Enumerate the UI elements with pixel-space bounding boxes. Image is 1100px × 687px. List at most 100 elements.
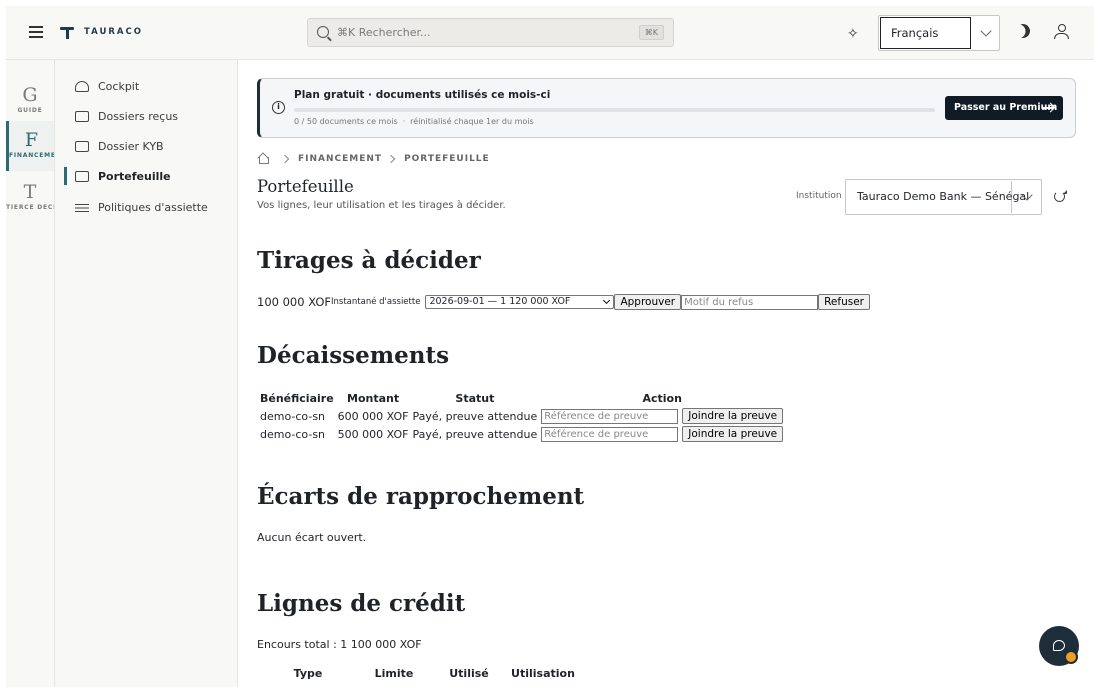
rail-label: FINANCEMENT xyxy=(9,152,54,159)
table-header-row: Bénéficiaire Montant Statut Action xyxy=(259,391,784,406)
status-cell: Payé, preuve attendue xyxy=(412,427,538,441)
approve-button[interactable]: Approuver xyxy=(614,294,682,310)
usage-progress-bar xyxy=(294,108,935,112)
rail-item-financement[interactable]: F FINANCEMENT xyxy=(6,121,54,171)
sparkle-icon[interactable]: ✧ xyxy=(847,26,859,42)
ecarts-empty-message: Aucun écart ouvert. xyxy=(257,531,367,544)
institution-select[interactable]: Tauraco Demo Bank — Sénégal xyxy=(845,179,1042,215)
refusal-reason-input[interactable]: Motif du refus xyxy=(681,294,819,310)
menu-icon[interactable] xyxy=(29,26,43,38)
proof-reference-input[interactable]: Référence de preuve xyxy=(541,408,679,424)
breadcrumb-page: PORTEFEUILLE xyxy=(404,153,490,164)
column-header: Type xyxy=(293,667,323,680)
snapshot-value: 2026-09-01 — 1 120 000 XOF xyxy=(429,296,571,307)
beneficiary-cell: demo-co-sn xyxy=(260,427,326,441)
rail-label: TIERCE DÉCISION xyxy=(6,204,54,211)
reset-text: réinitialisé chaque 1er du mois xyxy=(410,117,534,126)
sidebar: Cockpit Dossiers reçus Dossier KYB Porte… xyxy=(55,60,238,687)
plan-meta: 0 / 50 documents ce mois · réinitialisé ch… xyxy=(294,117,534,126)
brand-name: TAURACO xyxy=(84,27,143,37)
column-header: Statut xyxy=(455,392,495,405)
dark-mode-icon[interactable] xyxy=(1013,21,1032,40)
search-input[interactable]: ⌘K Rechercher... ⌘K xyxy=(307,18,674,47)
sidebar-item-label: Dossiers reçus xyxy=(98,109,179,123)
tirages-heading: Tirages à décider xyxy=(257,247,481,274)
amount-cell: 500 000 XOF xyxy=(337,427,409,441)
info-icon: i xyxy=(272,101,285,114)
institution-value: Tauraco Demo Bank — Sénégal xyxy=(847,181,1029,213)
lignes-table: Type Limite Utilisé Utilisation xyxy=(272,666,592,681)
brand-logo[interactable]: TAURACO xyxy=(60,25,143,39)
attach-proof-button[interactable]: Joindre la preuve xyxy=(682,426,784,442)
snapshot-label: Instantané d'assiette xyxy=(331,297,421,307)
sidebar-item-cockpit[interactable]: Cockpit xyxy=(65,75,229,97)
tirage-amount: 100 000 XOF xyxy=(257,295,332,309)
rail-label: GUIDE xyxy=(17,107,43,114)
ecarts-heading: Écarts de rapprochement xyxy=(257,483,585,510)
usage-text: 0 / 50 documents ce mois xyxy=(294,117,398,126)
refuse-button[interactable]: Refuser xyxy=(818,294,870,310)
amount-cell: 600 000 XOF xyxy=(337,409,409,423)
tauraco-logo-icon xyxy=(60,25,74,39)
chat-bubble-icon xyxy=(1053,640,1065,651)
sidebar-item-politiques[interactable]: Politiques d'assiette xyxy=(65,196,229,218)
breadcrumb: FINANCEMENT PORTEFEUILLE xyxy=(257,153,490,164)
page-title: Portefeuille xyxy=(257,177,354,196)
upgrade-label: Passer au Premium xyxy=(954,102,1058,113)
table-header-row: Type Limite Utilisé Utilisation xyxy=(272,666,592,681)
language-select[interactable]: Français xyxy=(878,15,1000,51)
user-icon[interactable] xyxy=(1054,24,1069,39)
briefcase-icon xyxy=(75,170,89,182)
decaissements-heading: Décaissements xyxy=(257,342,450,369)
column-header: Bénéficiaire xyxy=(260,392,334,405)
tirage-row: 100 000 XOF Instantané d'assiette 2026-0… xyxy=(257,294,870,310)
beneficiary-cell: demo-co-sn xyxy=(260,409,326,423)
column-header: Limite xyxy=(374,667,414,680)
inbox-icon xyxy=(75,110,89,122)
lignes-heading: Lignes de crédit xyxy=(257,590,466,617)
chevron-right-icon xyxy=(386,154,396,163)
search-shortcut: ⌘K xyxy=(638,25,664,40)
sidebar-item-dossier-kyb[interactable]: Dossier KYB xyxy=(65,135,229,157)
meta-separator: · xyxy=(402,117,406,126)
upgrade-premium-button[interactable]: Passer au Premium xyxy=(945,96,1063,120)
rail-letter: T xyxy=(23,181,37,203)
column-header: Utilisé xyxy=(449,667,489,680)
rail-item-tierce-decision[interactable]: T TIERCE DÉCISION xyxy=(6,173,54,221)
sidebar-item-label: Dossier KYB xyxy=(98,139,164,153)
top-header: TAURACO ⌘K Rechercher... ⌘K ✧ Français xyxy=(6,6,1094,60)
column-header: Montant xyxy=(347,392,400,405)
status-cell: Payé, preuve attendue xyxy=(412,409,538,423)
arrow-right-icon xyxy=(1043,107,1054,109)
table-row: demo-co-sn 500 000 XOF Payé, preuve atte… xyxy=(259,426,784,442)
chevron-right-icon xyxy=(280,154,290,163)
refresh-icon[interactable] xyxy=(1054,190,1067,202)
column-header: Action xyxy=(642,392,682,405)
rail-item-guide[interactable]: G GUIDE xyxy=(6,76,54,124)
encours-total: Encours total : 1 100 000 XOF xyxy=(257,638,422,651)
sidebar-item-label: Politiques d'assiette xyxy=(98,200,208,214)
column-header: Utilisation xyxy=(511,667,575,680)
proof-reference-input[interactable]: Référence de preuve xyxy=(541,426,679,442)
attach-proof-button[interactable]: Joindre la preuve xyxy=(682,408,784,424)
plan-title: Plan gratuit · documents utilisés ce moi… xyxy=(294,89,551,101)
section-rail: G GUIDE F FINANCEMENT T TIERCE DÉCISION xyxy=(6,60,55,687)
plan-banner: i Plan gratuit · documents utilisés ce m… xyxy=(257,78,1076,138)
institution-label: Institution xyxy=(796,191,842,201)
id-card-icon xyxy=(75,140,89,152)
rail-letter: F xyxy=(24,129,39,151)
snapshot-select[interactable]: 2026-09-01 — 1 120 000 XOF xyxy=(425,295,615,309)
language-value: Français xyxy=(880,17,971,49)
decaissements-table: Bénéficiaire Montant Statut Action demo-… xyxy=(257,389,786,444)
search-icon xyxy=(317,26,329,38)
breadcrumb-section[interactable]: FINANCEMENT xyxy=(298,154,382,164)
notification-badge xyxy=(1064,650,1078,664)
page-subtitle: Vos lignes, leur utilisation et les tira… xyxy=(257,200,506,211)
sidebar-item-dossiers-recus[interactable]: Dossiers reçus xyxy=(65,105,229,127)
home-icon[interactable] xyxy=(257,153,269,164)
chat-support-button[interactable] xyxy=(1039,626,1079,666)
main-content: i Plan gratuit · documents utilisés ce m… xyxy=(238,60,1094,687)
gauge-icon xyxy=(75,80,89,92)
table-row: demo-co-sn 600 000 XOF Payé, preuve atte… xyxy=(259,408,784,424)
sidebar-item-portefeuille[interactable]: Portefeuille xyxy=(64,165,229,187)
